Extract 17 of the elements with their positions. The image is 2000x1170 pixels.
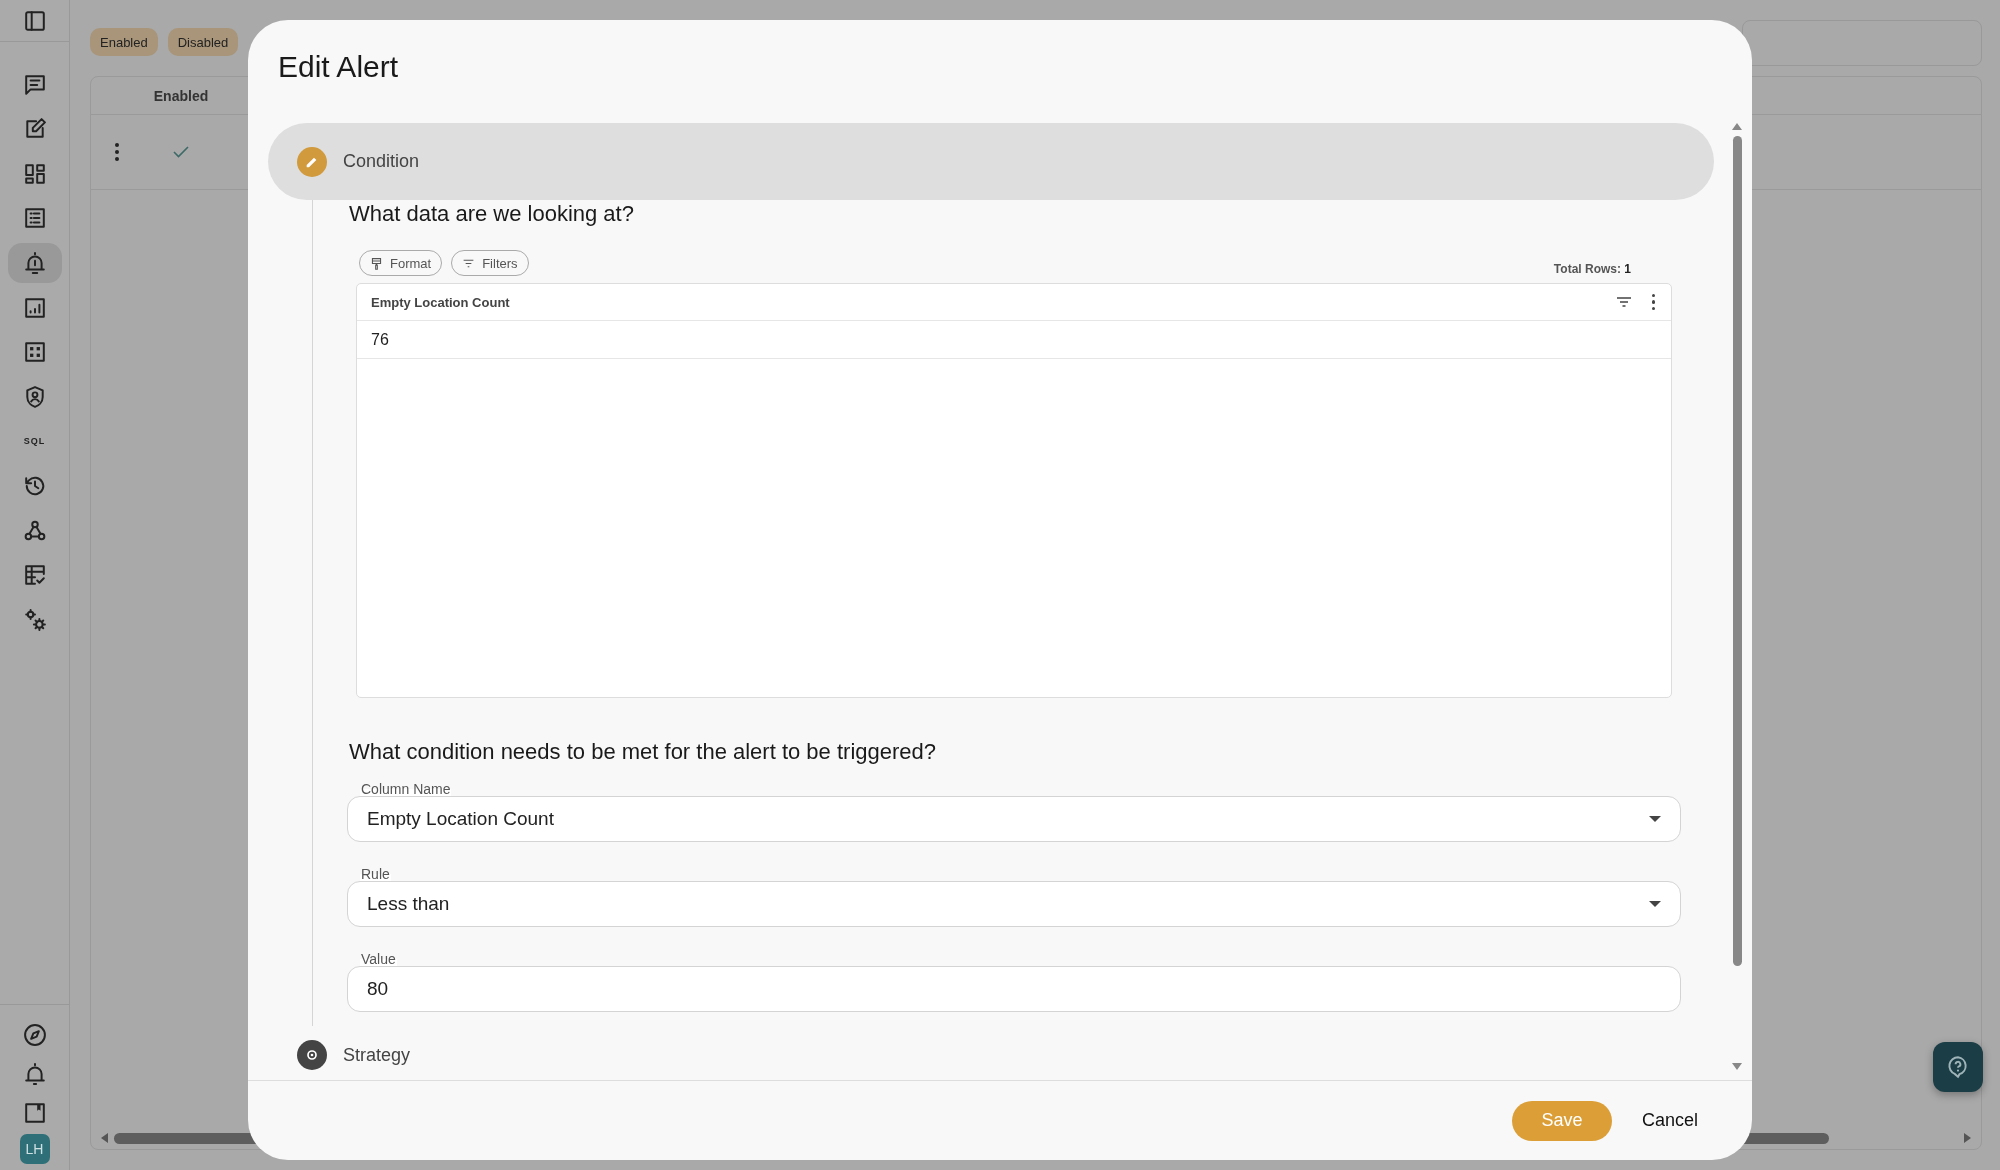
step-header[interactable]: Condition [268, 123, 1714, 200]
column-header: Enabled [152, 87, 210, 104]
column-header: Empty Location Count [371, 294, 511, 310]
cancel-button[interactable]: Cancel [1637, 1100, 1702, 1141]
input-field[interactable]: Value 80 [347, 952, 1681, 1012]
total-rows-text: Total Rows: 1 [1553, 262, 1631, 276]
dialog-title: Edit Alert [278, 50, 400, 84]
nav-item[interactable]: SQL [7, 421, 62, 462]
section-heading: What condition needs to be met for the alert to be triggered? [349, 738, 938, 766]
dropdown-field[interactable]: Rule Less than [347, 867, 1681, 927]
filter-chip[interactable]: Enabled [90, 28, 158, 56]
section-heading: What data are we looking at? [349, 200, 635, 228]
filter-chip[interactable]: Disabled [167, 28, 239, 56]
dropdown-field[interactable]: Column Name Empty Location Count [347, 782, 1681, 842]
avatar[interactable]: LH [19, 1134, 50, 1164]
table-cell: 76 [371, 330, 389, 349]
step-header[interactable]: Strategy [268, 1026, 1714, 1080]
